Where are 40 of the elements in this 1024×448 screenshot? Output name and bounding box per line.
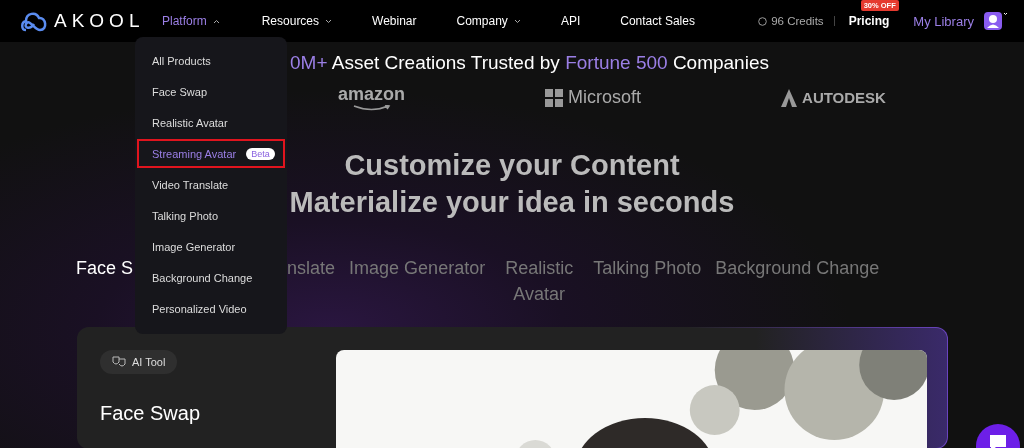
headline: Customize your Content Materialize your idea in seconds [289,148,735,220]
product-tab[interactable]: Realistic Avatar [499,255,580,307]
beta-badge: Beta [246,147,275,160]
credits-label: 96 Credits [758,15,824,27]
trust-line: 0M+ Asset Creations Trusted by Fortune 500 Companies [290,52,769,74]
menu-item[interactable]: Personalized Video [137,294,285,323]
logo-text: AKOOL [54,10,145,32]
menu-item[interactable]: Talking Photo [137,201,285,230]
product-tab[interactable]: Talking Photo [593,255,702,281]
menu-item[interactable]: All Products [137,46,285,75]
windows-squares-icon [545,88,564,107]
menu-item[interactable]: Background Change [137,263,285,292]
coin-icon [758,16,768,26]
menu-item[interactable]: Face Swap [137,77,285,106]
menu-item[interactable]: Image Generator [137,232,285,261]
partner-logo-text: AUTODESK [802,89,886,106]
chat-bubble-icon [988,434,1008,448]
avatar-icon[interactable] [984,11,1008,31]
card-title: Face Swap [100,402,202,425]
pricing-link[interactable]: Pricing [848,14,890,28]
nav-link[interactable]: API [560,14,581,28]
menu-item[interactable]: Realistic Avatar [137,108,285,137]
ai-tool-tag: AI Tool [100,350,178,374]
library-link[interactable]: My Library [913,13,974,29]
product-tab[interactable]: Face S [76,255,134,281]
nav-link[interactable]: Platform [162,14,220,28]
menu-item[interactable]: Streaming Avatar Beta [137,139,285,168]
menu-item[interactable]: Video Translate [137,170,285,199]
nav-link[interactable]: Company [456,14,521,28]
partner-logo-text: Microsoft [568,87,642,108]
nav-link[interactable]: Contact Sales [620,14,695,28]
product-tab[interactable]: Image Generator [349,255,486,281]
logo-icon [20,10,48,32]
amazon-logo: amazon [338,84,406,111]
product-tab[interactable]: nslate [287,255,336,281]
autodesk-a-icon [781,88,798,107]
product-tab[interactable]: Background Change [715,255,880,281]
masks-icon [112,356,126,368]
nav-link[interactable]: Webinar [372,14,417,28]
nav-link[interactable]: Resources [261,14,333,28]
